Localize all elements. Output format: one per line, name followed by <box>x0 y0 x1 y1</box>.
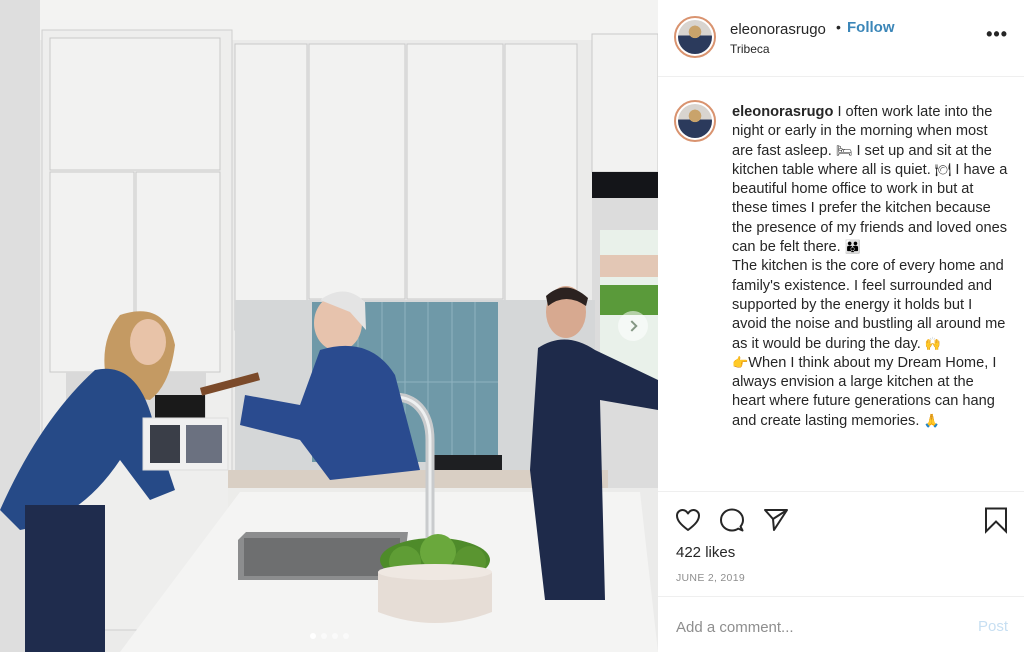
carousel-dots <box>310 633 349 639</box>
carousel-dot-4[interactable] <box>343 633 349 639</box>
location-link[interactable]: Tribeca <box>730 42 770 56</box>
family-emoji-icon: 👪 <box>844 240 861 256</box>
more-options-icon[interactable]: ••• <box>986 24 1008 45</box>
username-link[interactable]: eleonorasrugo <box>730 21 826 38</box>
post-actions: 422 likes JUNE 2, 2019 <box>658 493 1024 597</box>
likes-count[interactable]: 422 likes <box>676 544 735 561</box>
avatar-image <box>678 104 712 138</box>
share-icon <box>764 509 788 531</box>
carousel-next-button[interactable] <box>618 311 648 341</box>
chevron-right-icon <box>625 320 638 332</box>
share-button[interactable] <box>762 506 790 534</box>
post-sidebar: eleonorasrugo • Follow Tribeca ••• eleon… <box>658 0 1024 652</box>
kitchen-scene-illustration <box>0 0 658 652</box>
carousel-dot-2[interactable] <box>321 633 327 639</box>
bed-emoji-icon: 🛏 <box>835 143 853 159</box>
caption-username-link[interactable]: eleonorasrugo <box>732 104 833 120</box>
avatar[interactable] <box>674 16 716 58</box>
post-header: eleonorasrugo • Follow Tribeca ••• <box>658 0 1024 77</box>
separator-dot: • <box>836 19 841 35</box>
comment-form: Post <box>658 598 1024 652</box>
pointing-hand-emoji-icon: 👉 <box>732 355 749 371</box>
plate-emoji-icon: 🍽 <box>934 162 952 178</box>
post-comment-button[interactable]: Post <box>978 618 1008 635</box>
comment-button[interactable] <box>718 506 746 534</box>
follow-button[interactable]: Follow <box>847 19 895 36</box>
caption-avatar[interactable] <box>674 100 716 142</box>
like-button[interactable] <box>674 506 702 534</box>
comment-icon <box>720 508 744 532</box>
caption-segment: When I think about my Dream Home, I alwa… <box>732 354 997 429</box>
carousel-dot-1[interactable] <box>310 633 316 639</box>
caption-section: eleonorasrugo I often work late into the… <box>658 78 1024 492</box>
comment-input[interactable] <box>676 616 936 638</box>
raised-hands-emoji-icon: 🙌 <box>924 336 942 352</box>
bookmark-icon <box>985 507 1007 534</box>
avatar-image <box>678 20 712 54</box>
post-photo <box>0 0 658 652</box>
caption-segment: The kitchen is the core of every home an… <box>732 258 1006 352</box>
pray-emoji-icon: 🙏 <box>923 413 940 429</box>
heart-icon <box>676 509 700 531</box>
caption-text: eleonorasrugo I often work late into the… <box>732 103 1008 431</box>
carousel-dot-3[interactable] <box>332 633 338 639</box>
post-date: JUNE 2, 2019 <box>676 572 745 584</box>
save-button[interactable] <box>982 506 1010 534</box>
